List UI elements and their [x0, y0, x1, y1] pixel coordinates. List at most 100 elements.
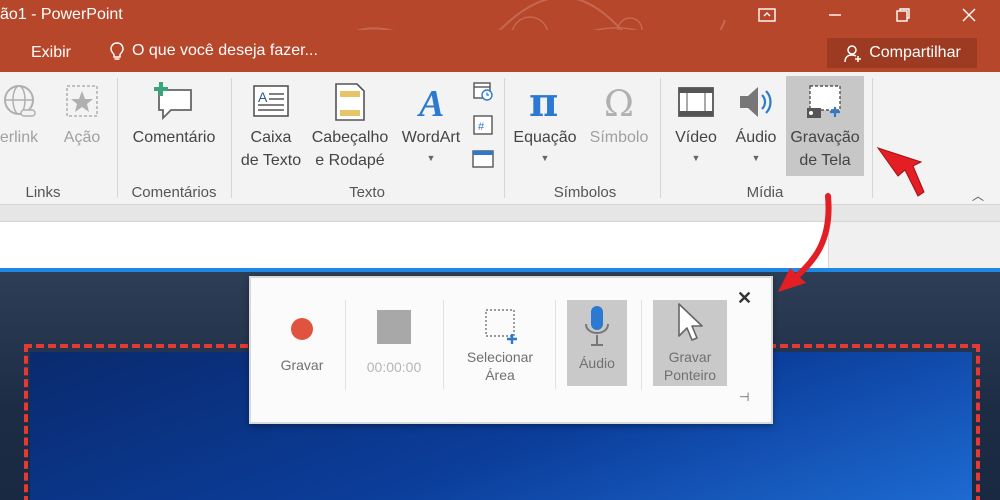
select-area-icon [485, 309, 517, 344]
ribbon-bottom-strip [0, 205, 1000, 221]
comment-button[interactable]: Comentário [127, 82, 221, 149]
audio-label: Áudio [735, 129, 777, 146]
action-label: Ação [63, 129, 101, 146]
omega-icon: Ω [604, 84, 634, 122]
video-dropdown-caret: ▼ [691, 153, 701, 163]
wordart-dropdown-caret: ▼ [426, 153, 436, 163]
slide-number-button[interactable]: # [472, 114, 494, 141]
close-toolbar-icon[interactable]: ✕ [737, 288, 752, 309]
close-button[interactable] [946, 0, 992, 30]
header-footer-button[interactable]: Cabeçalho e Rodapé [306, 82, 394, 172]
record-button[interactable]: Gravar [271, 310, 333, 390]
object-button[interactable] [472, 148, 494, 175]
group-label-texto: Texto [349, 184, 385, 201]
microphone-icon [585, 306, 609, 346]
toolbar-separator [555, 300, 556, 390]
share-button[interactable]: Compartilhar [827, 38, 977, 68]
hyperlink-label: erlink [0, 129, 39, 146]
timer-label: 00:00:00 [366, 359, 422, 375]
date-time-button[interactable] [472, 80, 494, 107]
record-pointer-button[interactable]: Gravar Ponteiro [653, 300, 727, 386]
cursor-icon [678, 303, 703, 341]
group-label-links: Links [25, 184, 61, 201]
video-button[interactable]: Vídeo ▼ [666, 82, 726, 170]
film-icon [678, 87, 714, 117]
speaker-icon [740, 87, 772, 117]
restore-button[interactable] [880, 0, 926, 30]
equation-button[interactable]: π Equação ▼ [510, 82, 580, 170]
slide-number-icon: # [473, 115, 493, 135]
svg-text:π: π [529, 82, 558, 122]
svg-text:#: # [478, 121, 485, 133]
tab-exibir[interactable]: Exibir [31, 44, 71, 62]
tell-me-label: O que você deseja fazer... [132, 42, 318, 59]
group-separator [504, 78, 505, 198]
select-area-button[interactable]: Selecionar Área [455, 306, 545, 390]
svg-text:A: A [258, 89, 268, 105]
star-action-icon [66, 85, 98, 117]
record-pointer-label-1: Gravar [668, 349, 712, 365]
screen-recording-label-2: de Tela [799, 152, 851, 169]
minimize-icon [829, 14, 841, 16]
globe-link-icon [4, 85, 36, 117]
tell-me-box[interactable]: O que você deseja fazer... [110, 42, 318, 60]
text-box-label-1: Caixa [250, 129, 292, 146]
group-separator [117, 78, 118, 198]
screen-recording-label-1: Gravação [790, 129, 860, 146]
object-icon [472, 150, 494, 168]
equation-label: Equação [513, 129, 577, 146]
menu-bar: Exibir O que você deseja fazer... Compar… [0, 30, 1000, 72]
ribbon-display-icon [758, 8, 776, 22]
video-label: Vídeo [675, 129, 717, 146]
record-pointer-label-2: Ponteiro [663, 367, 717, 383]
ribbon-insert: erlink Ação Links Comentário Comentários… [0, 72, 1000, 205]
date-time-icon [473, 82, 493, 101]
comment-add-icon [154, 82, 192, 121]
screen-recording-button[interactable]: Gravação de Tela [786, 82, 864, 172]
action-button[interactable]: Ação [58, 82, 106, 149]
wordart-label: WordArt [401, 129, 461, 146]
wordart-button[interactable]: A WordArt ▼ [396, 82, 466, 170]
audio-toggle-label: Áudio [579, 355, 615, 371]
toolbar-separator [345, 300, 346, 390]
pin-icon[interactable]: ⊣ [739, 390, 749, 404]
audio-dropdown-caret: ▼ [751, 153, 761, 163]
header-footer-label-2: e Rodapé [315, 152, 385, 169]
group-label-midia: Mídia [746, 184, 784, 201]
header-footer-icon [335, 83, 365, 121]
audio-toggle-button[interactable]: Áudio [567, 300, 627, 386]
svg-text:Ω: Ω [604, 84, 634, 122]
record-icon [291, 318, 313, 340]
lightbulb-icon [110, 42, 124, 60]
screen-recording-icon [807, 85, 841, 118]
stop-icon [377, 310, 411, 344]
title-bar: ão1 - PowerPoint [0, 0, 1000, 68]
group-label-comentarios: Comentários [131, 184, 217, 201]
wordart-icon: A [417, 83, 444, 122]
document-right-pane [828, 222, 1000, 269]
header-footer-label-1: Cabeçalho [311, 129, 389, 146]
equation-dropdown-caret: ▼ [540, 153, 550, 163]
symbol-label: Símbolo [589, 129, 649, 146]
window-title: ão1 - PowerPoint [0, 6, 123, 23]
collapse-ribbon-icon[interactable]: ︿ [972, 187, 984, 204]
select-area-label-1: Selecionar [466, 349, 534, 365]
group-separator [660, 78, 661, 198]
text-box-button[interactable]: A Caixa de Texto [238, 82, 304, 172]
screen-recording-toolbar: Gravar 00:00:00 Selecionar Área Áudio Gr… [249, 276, 773, 424]
group-label-simbolos: Símbolos [553, 184, 617, 201]
minimize-button[interactable] [812, 0, 858, 30]
text-box-label-2: de Texto [240, 152, 302, 169]
toolbar-separator [443, 300, 444, 390]
person-icon [844, 45, 862, 63]
document-area [0, 221, 1000, 269]
pi-icon: π [529, 82, 558, 122]
restore-icon [896, 8, 910, 22]
audio-button[interactable]: Áudio ▼ [728, 82, 784, 170]
ribbon-display-options-button[interactable] [744, 0, 790, 30]
close-icon [962, 8, 976, 22]
hyperlink-button[interactable]: erlink [0, 82, 52, 149]
symbol-button[interactable]: Ω Símbolo [584, 82, 654, 149]
stop-button[interactable]: 00:00:00 [357, 306, 431, 390]
group-separator [231, 78, 232, 198]
